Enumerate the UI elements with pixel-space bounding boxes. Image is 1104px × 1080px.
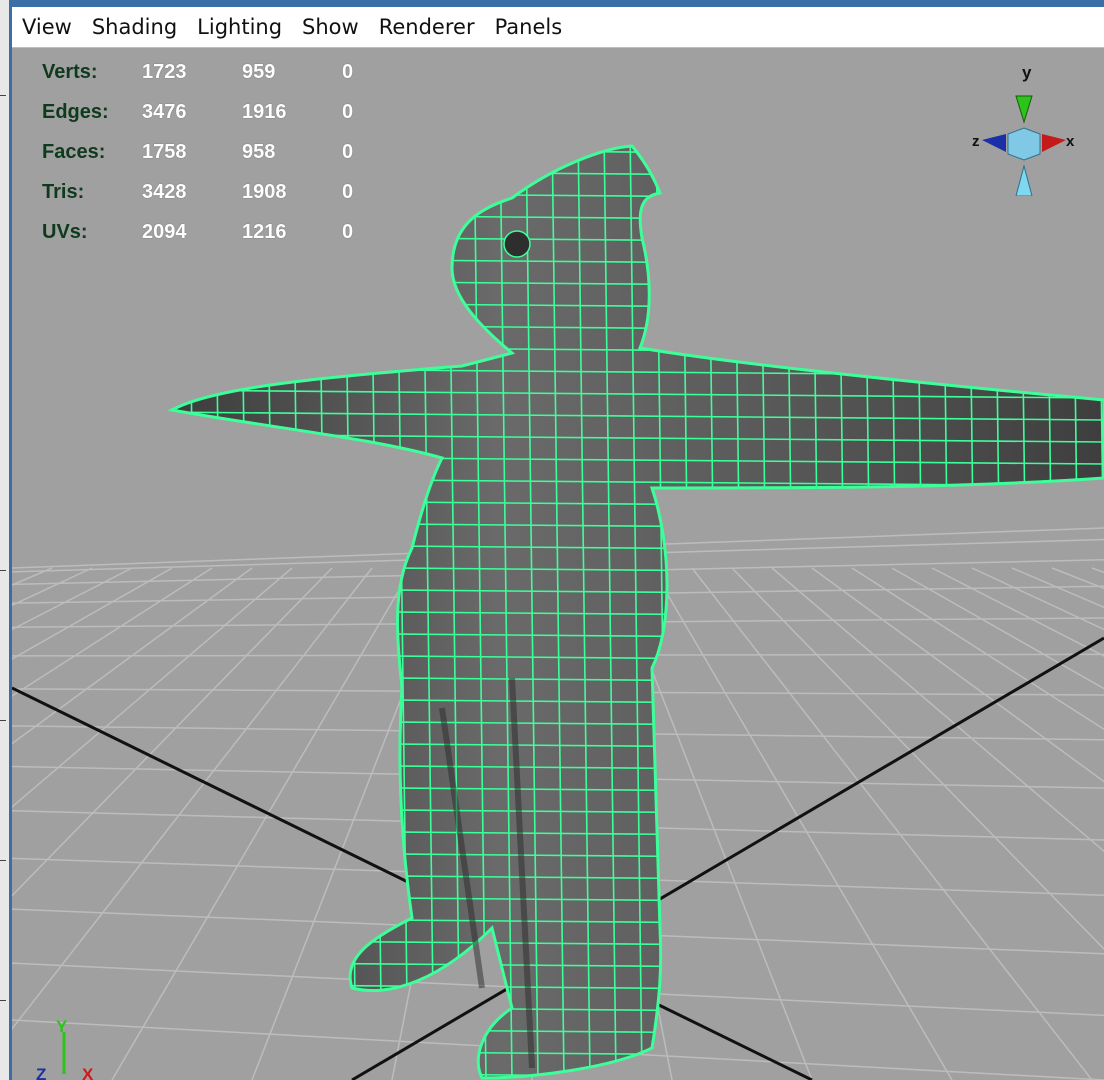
perspective-viewport[interactable]: Verts: 1723 959 0 Edges: 3476 1916 0 Fac… (12, 48, 1104, 1080)
view-cube-x-cone[interactable] (1042, 134, 1066, 152)
view-cube-icon[interactable]: y z x (970, 56, 1080, 196)
character-mesh (167, 144, 1104, 1080)
hud-value: 0 (342, 140, 354, 163)
hud-row-uvs: UVs: 2094 1216 0 (42, 212, 382, 252)
view-cube-box[interactable] (1007, 127, 1041, 161)
hud-row-tris: Tris: 3428 1908 0 (42, 172, 382, 212)
menu-lighting[interactable]: Lighting (187, 15, 292, 39)
hud-value: 1758 (142, 140, 187, 163)
view-cube-x-label: x (1066, 133, 1075, 150)
hud-value: 1216 (242, 220, 287, 243)
menu-shading[interactable]: Shading (82, 15, 187, 39)
eye-ball (503, 230, 531, 258)
hud-value: 3428 (142, 180, 187, 203)
axis-x-label: X (82, 1065, 94, 1080)
menu-show[interactable]: Show (292, 15, 369, 39)
hud-value: 958 (242, 140, 276, 163)
poly-count-hud: Verts: 1723 959 0 Edges: 3476 1916 0 Fac… (42, 52, 382, 252)
hud-label: Tris: (42, 180, 85, 203)
axis-y-label: Y (56, 1018, 68, 1036)
view-cube-y-cone[interactable] (1015, 95, 1033, 124)
hud-value: 0 (342, 220, 354, 243)
hud-value: 1723 (142, 60, 187, 83)
menu-view[interactable]: View (12, 15, 82, 39)
hud-value: 1916 (242, 100, 287, 123)
hud-value: 3476 (142, 100, 187, 123)
left-window-frame (0, 0, 12, 1080)
hud-row-verts: Verts: 1723 959 0 (42, 52, 382, 92)
hud-label: Faces: (42, 140, 106, 163)
hud-value: 959 (242, 60, 276, 83)
axis-triad-icon: Y Z X (36, 1018, 94, 1080)
hud-row-edges: Edges: 3476 1916 0 (42, 92, 382, 132)
panel-menu-bar: View Shading Lighting Show Renderer Pane… (12, 7, 1104, 48)
hud-value: 0 (342, 180, 354, 203)
hud-value: 1908 (242, 180, 287, 203)
view-cube-neg-y-cone[interactable] (1015, 164, 1033, 196)
view-cube-z-cone[interactable] (982, 134, 1006, 152)
hud-value: 0 (342, 60, 354, 83)
menu-panels[interactable]: Panels (485, 15, 573, 39)
hud-label: Verts: (42, 60, 98, 83)
hud-label: UVs: (42, 220, 88, 243)
hud-row-faces: Faces: 1758 958 0 (42, 132, 382, 172)
menu-renderer[interactable]: Renderer (369, 15, 485, 39)
hud-value: 0 (342, 100, 354, 123)
view-cube-z-label: z (972, 133, 980, 150)
view-cube-y-label: y (1022, 63, 1032, 82)
window-title-strip (12, 0, 1104, 7)
axis-z-label: Z (36, 1065, 46, 1080)
hud-value: 2094 (142, 220, 187, 243)
hud-label: Edges: (42, 100, 109, 123)
